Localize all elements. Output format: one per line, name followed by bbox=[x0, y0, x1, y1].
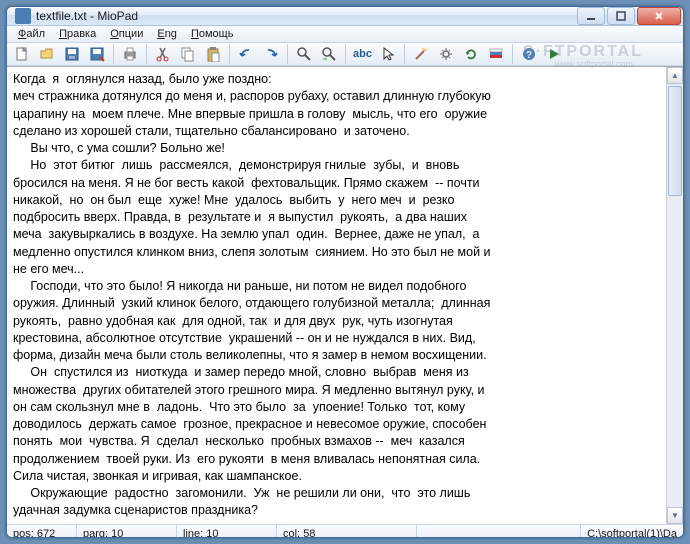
text-editor[interactable]: Когда я оглянулся назад, было уже поздно… bbox=[7, 67, 666, 524]
toolbar: abc ? S·FTPORTAL www.softportal.com bbox=[7, 43, 683, 66]
refresh-icon[interactable] bbox=[460, 43, 482, 65]
window: textfile.txt - MioPad Файл Правка Опции … bbox=[6, 6, 684, 538]
copy-icon[interactable] bbox=[177, 43, 199, 65]
cut-icon[interactable] bbox=[152, 43, 174, 65]
wand-icon[interactable] bbox=[410, 43, 432, 65]
menu-edit[interactable]: Правка bbox=[52, 26, 103, 42]
window-controls bbox=[577, 7, 681, 25]
scroll-down-icon[interactable]: ▼ bbox=[667, 507, 683, 524]
undo-icon[interactable] bbox=[235, 43, 257, 65]
open-icon[interactable] bbox=[36, 43, 58, 65]
status-path: C:\softportal(1)\Da bbox=[581, 525, 683, 539]
maximize-button[interactable] bbox=[607, 7, 635, 25]
separator bbox=[287, 44, 288, 64]
scroll-track[interactable] bbox=[667, 84, 683, 507]
menu-eng[interactable]: Eng bbox=[150, 26, 184, 42]
status-spacer bbox=[417, 525, 581, 539]
status-pos: pos: 672 bbox=[7, 525, 77, 539]
save-icon[interactable] bbox=[61, 43, 83, 65]
flag-icon[interactable] bbox=[485, 43, 507, 65]
minimize-button[interactable] bbox=[577, 7, 605, 25]
app-icon bbox=[15, 8, 31, 24]
scroll-up-icon[interactable]: ▲ bbox=[667, 67, 683, 84]
separator bbox=[146, 44, 147, 64]
scrollbar[interactable]: ▲ ▼ bbox=[666, 67, 683, 524]
separator bbox=[113, 44, 114, 64]
cursor-icon[interactable] bbox=[377, 43, 399, 65]
replace-icon[interactable] bbox=[318, 43, 340, 65]
menubar: Файл Правка Опции Eng Помощь bbox=[7, 26, 683, 43]
spell-label[interactable]: abc bbox=[351, 48, 374, 60]
print-icon[interactable] bbox=[119, 43, 141, 65]
find-icon[interactable] bbox=[293, 43, 315, 65]
run-icon[interactable] bbox=[543, 43, 565, 65]
new-icon[interactable] bbox=[11, 43, 33, 65]
saveas-icon[interactable] bbox=[86, 43, 108, 65]
editor-area: Когда я оглянулся назад, было уже поздно… bbox=[7, 66, 683, 524]
settings-icon[interactable] bbox=[435, 43, 457, 65]
svg-text:?: ? bbox=[526, 50, 532, 61]
status-col: col: 58 bbox=[277, 525, 417, 539]
window-title: textfile.txt - MioPad bbox=[36, 9, 577, 23]
status-parg: parg: 10 bbox=[77, 525, 177, 539]
redo-icon[interactable] bbox=[260, 43, 282, 65]
statusbar: pos: 672 parg: 10 line: 10 col: 58 C:\so… bbox=[7, 524, 683, 539]
help-icon[interactable]: ? bbox=[518, 43, 540, 65]
menu-help[interactable]: Помощь bbox=[184, 26, 241, 42]
scroll-thumb[interactable] bbox=[668, 86, 682, 196]
separator bbox=[229, 44, 230, 64]
paste-icon[interactable] bbox=[202, 43, 224, 65]
separator bbox=[345, 44, 346, 64]
menu-options[interactable]: Опции bbox=[103, 26, 150, 42]
watermark: S·FTPORTAL bbox=[523, 43, 643, 61]
separator bbox=[404, 44, 405, 64]
status-line: line: 10 bbox=[177, 525, 277, 539]
separator bbox=[512, 44, 513, 64]
titlebar[interactable]: textfile.txt - MioPad bbox=[7, 7, 683, 26]
menu-file[interactable]: Файл bbox=[11, 26, 52, 42]
close-button[interactable] bbox=[637, 7, 681, 25]
